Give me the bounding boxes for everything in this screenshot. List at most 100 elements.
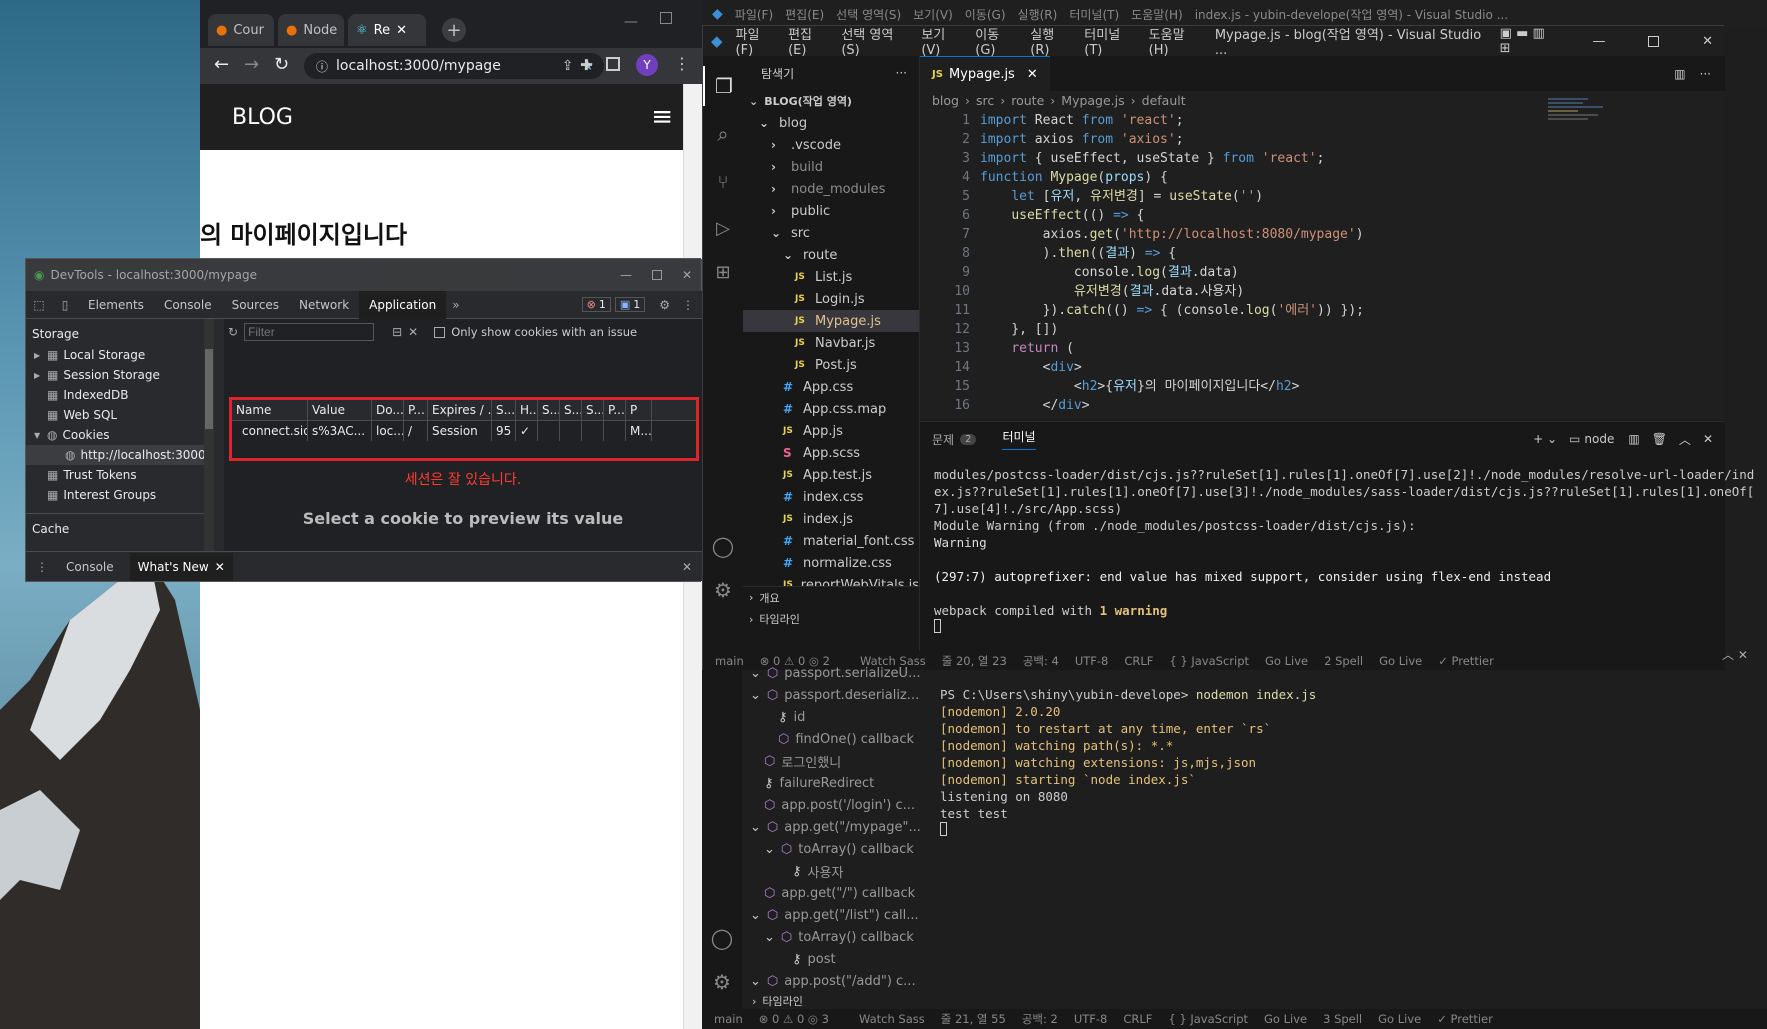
status-enc[interactable]: UTF-8 [1075,654,1109,668]
back-terminal-output[interactable]: PS C:\Users\shiny\yubin-develope> nodemo… [940,686,1740,836]
status-eol[interactable]: CRLF [1124,654,1153,668]
file-tree-item[interactable]: JS Login.js [743,288,919,310]
split-terminal-icon[interactable]: ▥ [1628,432,1639,446]
storage-item[interactable]: ◍ http://localhost:3000 [26,445,213,465]
sidepanel-icon[interactable] [606,57,620,71]
cookie-filter-input[interactable] [244,323,375,341]
file-tree-item[interactable]: ⌄ route [743,244,919,266]
close-icon[interactable]: ✕ [1702,34,1713,49]
reload-icon[interactable]: ↻ [274,54,289,75]
panel-tab-terminal[interactable]: 터미널 [1002,428,1036,450]
outline-item[interactable]: ⌄ ⬡ toArray() callback [750,926,930,948]
manage-gear-icon[interactable]: ⚙ [703,570,743,610]
status-golive2[interactable]: Go Live [1379,654,1422,668]
workspace-header[interactable]: ⌄ BLOG(작업 영역) [743,90,919,112]
minimize-icon[interactable]: — [624,14,638,30]
file-tree-item[interactable]: # normalize.css [743,552,919,574]
devtools-tab-console[interactable]: Console [154,291,222,319]
outline-item[interactable]: ⌄ ⬡ app.get("/list") call... [750,904,930,926]
close-drawer-icon[interactable]: ✕ [682,560,692,574]
status-golive1[interactable]: Go Live [1264,1012,1307,1026]
outline-item[interactable]: ⚷ failureRedirect [750,772,930,794]
menu-item[interactable]: 터미널(T) [1069,6,1119,23]
status-pos[interactable]: 줄 21, 열 55 [941,1011,1006,1027]
close-icon[interactable]: ✕ [1027,67,1038,82]
new-tab-icon[interactable]: + [442,18,466,42]
outline-item[interactable]: ⬡ findOne() callback [750,728,930,750]
maximize-icon[interactable] [651,270,662,280]
storage-item[interactable]: ▼ ◍ Cookies [26,425,213,445]
table-row[interactable]: connect.sid s%3AC... loc... / Session 95 ✓ M... [232,421,696,441]
status-spell[interactable]: 3 Spell [1323,1012,1362,1026]
site-info-icon[interactable]: ⓘ [316,58,328,75]
drawer-tab-whats-new[interactable]: What's New ✕ [129,552,233,581]
column-header[interactable]: S... [538,400,560,420]
search-icon[interactable]: ⌕ [703,114,743,154]
file-tree-item[interactable]: # App.css [743,376,919,398]
maximize-icon[interactable] [660,12,672,24]
devtools-menu-icon[interactable]: ⋮ [682,298,694,312]
code-content[interactable]: import React from 'react'; import axios … [980,111,1640,415]
file-tree-item[interactable]: ⌄ src [743,222,919,244]
drawer-tab-console[interactable]: Console [66,560,114,574]
close-icon[interactable]: ✕ [215,560,225,574]
panel-tab-problems[interactable]: 문제 [932,431,954,448]
column-header[interactable]: Do... [372,400,404,420]
file-tree-item[interactable]: # App.css.map [743,398,919,420]
menu-item[interactable]: 편집(E) [785,6,824,23]
status-enc[interactable]: UTF-8 [1074,1012,1108,1026]
outline-item[interactable]: ⚷ 사용자 [750,860,930,882]
chrome-tab-2[interactable]: ● Node [278,14,344,46]
outline-item[interactable]: ⚷ post [750,948,930,970]
terminal-name[interactable]: node [1584,432,1614,446]
refresh-icon[interactable]: ↻ [228,325,238,339]
outline-item[interactable]: ⚷ id [750,706,930,728]
menu-item[interactable]: 실행(R) [1018,6,1058,23]
inspect-element-icon[interactable]: ⬚ [26,298,52,312]
storage-item[interactable]: ▦ Web SQL [26,405,213,425]
status-pos[interactable]: 줄 20, 열 23 [942,653,1007,669]
extensions-icon[interactable]: ✚ [580,56,593,74]
outline-item[interactable]: ⌄ ⬡ toArray() callback [750,838,930,860]
menu-item[interactable]: 선택 영역(S) [841,24,908,58]
source-control-icon[interactable]: ⑂ [703,162,743,202]
menu-item[interactable]: 이동(G) [975,24,1017,58]
file-tree-item[interactable]: › public [743,200,919,222]
breadcrumb-item[interactable]: default [1142,93,1186,108]
status-eol[interactable]: CRLF [1123,1012,1152,1026]
terminal-output[interactable]: modules/postcss-loader/dist/cjs.js??rule… [934,466,1754,633]
file-tree-item[interactable]: JS Post.js [743,354,919,376]
share-icon[interactable]: ⇪ [562,58,574,74]
column-header[interactable]: S... [560,400,582,420]
breadcrumb-item[interactable]: Mypage.js [1061,93,1124,108]
minimize-icon[interactable]: — [1592,34,1605,49]
run-debug-icon[interactable]: ▷ [703,208,743,248]
file-tree-item[interactable]: JS App.test.js [743,464,919,486]
devtools-tab-application[interactable]: Application [359,290,447,319]
outline-section[interactable]: › 개요 [743,586,919,608]
tab-close-icon[interactable]: ✕ [396,23,407,38]
devtools-tab-network[interactable]: Network [289,291,359,319]
breadcrumb-item[interactable]: blog [932,93,959,108]
menu-item[interactable]: 이동(G) [965,6,1006,23]
column-header[interactable]: P [626,400,652,420]
storage-item[interactable]: ▦ IndexedDB [26,385,213,405]
file-tree-item[interactable]: › build [743,156,919,178]
new-terminal-icon[interactable]: + ⌄ [1533,432,1557,446]
outline-item[interactable]: ⬡ app.post('/login') c... [750,794,930,816]
outline-item[interactable]: ⌄ ⬡ app.post("/add") c... [750,970,930,992]
status-prettier[interactable]: ✓ Prettier [1438,654,1494,668]
file-tree-item[interactable]: # index.css [743,486,919,508]
layout-toggle-icons[interactable]: ▣ ▬ ▥ ⊞ [1500,26,1558,56]
menu-item[interactable]: 실행(R) [1030,24,1071,58]
file-tree-item[interactable]: JS reportWebVitals.js [743,574,919,587]
outline-item[interactable]: ⬡ app.get("/") callback [750,882,930,904]
column-header[interactable]: Expires / ... [428,400,492,420]
outline-item[interactable]: ⌄ ⬡ app.get("/mypage"... [750,816,930,838]
file-tree-item[interactable]: JS Navbar.js [743,332,919,354]
file-tree-item[interactable]: S App.scss [743,442,919,464]
storage-item[interactable]: ▦ Trust Tokens [26,465,213,485]
menu-item[interactable]: 편집(E) [788,24,828,58]
hamburger-menu-icon[interactable]: ≡ [651,102,673,132]
storage-item[interactable]: ▶ ▦ Session Storage [26,365,213,385]
